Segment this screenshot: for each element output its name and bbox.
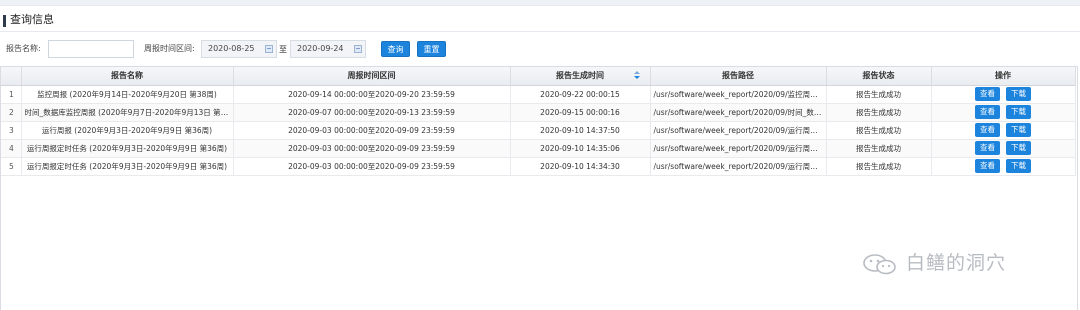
status-cell: 报告生成成功 bbox=[826, 85, 932, 104]
to-label: 至 bbox=[279, 45, 287, 54]
status-cell: 报告生成成功 bbox=[826, 157, 932, 176]
status-cell: 报告生成成功 bbox=[826, 139, 932, 158]
download-button[interactable]: 下载 bbox=[1006, 141, 1031, 155]
view-button[interactable]: 查看 bbox=[975, 159, 1000, 173]
top-strip bbox=[0, 0, 1080, 6]
table-row[interactable]: 2 时间_数据库监控周报 (2020年9月7日-2020年9月13日 第37周)… bbox=[1, 103, 1076, 122]
path-cell: /usr/software/week_report/2020/09/时间_数据库… bbox=[650, 103, 827, 122]
status-cell: 报告生成成功 bbox=[826, 121, 932, 140]
search-form: 报告名称: 周报时间区间: 2020-08-25 至 2020-09-24 查询… bbox=[0, 38, 1080, 62]
col-period-header[interactable]: 周报时间区间 bbox=[233, 67, 511, 86]
sort-icon[interactable] bbox=[633, 71, 640, 81]
row-index: 5 bbox=[1, 157, 22, 176]
panel-header: 查询信息 bbox=[0, 8, 1080, 32]
view-button[interactable]: 查看 bbox=[975, 87, 1000, 101]
view-button[interactable]: 查看 bbox=[975, 123, 1000, 137]
panel-title: 查询信息 bbox=[10, 13, 54, 26]
report-name-cell: 运行周报定时任务 (2020年9月3日-2020年9月9日 第36周) bbox=[21, 139, 234, 158]
start-date-value: 2020-08-25 bbox=[208, 44, 255, 53]
actions-cell: 查看 下载 bbox=[931, 121, 1076, 140]
generated-time-cell: 2020-09-10 14:35:06 bbox=[510, 139, 651, 158]
table-row[interactable]: 3 运行周报 (2020年9月3日-2020年9月9日 第36周) 2020-0… bbox=[1, 121, 1076, 140]
path-cell: /usr/software/week_report/2020/09/监控周报 (… bbox=[650, 85, 827, 104]
row-index: 2 bbox=[1, 103, 22, 122]
period-label: 周报时间区间: bbox=[144, 44, 195, 53]
path-cell: /usr/software/week_report/2020/09/运行周报 (… bbox=[650, 121, 827, 140]
end-date-value: 2020-09-24 bbox=[297, 44, 344, 53]
generated-time-cell: 2020-09-10 14:34:30 bbox=[510, 157, 651, 176]
col-path-header[interactable]: 报告路径 bbox=[650, 67, 827, 86]
col-actions-header: 操作 bbox=[931, 67, 1076, 86]
period-cell: 2020-09-07 00:00:00至2020-09-13 23:59:59 bbox=[233, 103, 511, 122]
col-report-name-header[interactable]: 报告名称 bbox=[21, 67, 234, 86]
table-header-row: 报告名称 周报时间区间 报告生成时间 报告路径 报告状态 操作 bbox=[1, 67, 1076, 86]
col-generated-time-header[interactable]: 报告生成时间 bbox=[510, 67, 651, 86]
query-button[interactable]: 查询 bbox=[381, 41, 410, 57]
report-name-cell: 运行周报定时任务 (2020年9月3日-2020年9月9日 第36周) bbox=[21, 157, 234, 176]
report-name-cell: 时间_数据库监控周报 (2020年9月7日-2020年9月13日 第37周) bbox=[21, 103, 234, 122]
path-cell: /usr/software/week_report/2020/09/运行周报定时… bbox=[650, 157, 827, 176]
period-cell: 2020-09-03 00:00:00至2020-09-09 23:59:59 bbox=[233, 157, 511, 176]
report-name-cell: 运行周报 (2020年9月3日-2020年9月9日 第36周) bbox=[21, 121, 234, 140]
path-cell: /usr/software/week_report/2020/09/运行周报定时… bbox=[650, 139, 827, 158]
download-button[interactable]: 下载 bbox=[1006, 105, 1031, 119]
reset-button[interactable]: 重置 bbox=[417, 41, 446, 57]
row-index: 1 bbox=[1, 85, 22, 104]
report-name-input[interactable] bbox=[48, 40, 134, 58]
col-index-header bbox=[1, 67, 22, 86]
actions-cell: 查看 下载 bbox=[931, 139, 1076, 158]
table-row[interactable]: 1 监控周报 (2020年9月14日-2020年9月20日 第38周) 2020… bbox=[1, 85, 1076, 104]
start-date-input[interactable]: 2020-08-25 bbox=[201, 40, 277, 58]
period-cell: 2020-09-03 00:00:00至2020-09-09 23:59:59 bbox=[233, 121, 511, 140]
col-generated-time-label: 报告生成时间 bbox=[556, 71, 604, 81]
table-row[interactable]: 4 运行周报定时任务 (2020年9月3日-2020年9月9日 第36周) 20… bbox=[1, 139, 1076, 158]
report-name-cell: 监控周报 (2020年9月14日-2020年9月20日 第38周) bbox=[21, 85, 234, 104]
download-button[interactable]: 下载 bbox=[1006, 123, 1031, 137]
actions-cell: 查看 下载 bbox=[931, 85, 1076, 104]
generated-time-cell: 2020-09-15 00:00:16 bbox=[510, 103, 651, 122]
table-row[interactable]: 5 运行周报定时任务 (2020年9月3日-2020年9月9日 第36周) 20… bbox=[1, 157, 1076, 176]
period-cell: 2020-09-03 00:00:00至2020-09-09 23:59:59 bbox=[233, 139, 511, 158]
download-button[interactable]: 下载 bbox=[1006, 87, 1031, 101]
period-cell: 2020-09-14 00:00:00至2020-09-20 23:59:59 bbox=[233, 85, 511, 104]
calendar-icon[interactable] bbox=[354, 45, 362, 53]
report-name-label: 报告名称: bbox=[6, 44, 41, 53]
calendar-icon[interactable] bbox=[265, 45, 273, 53]
title-accent-bar bbox=[3, 15, 6, 27]
col-status-header[interactable]: 报告状态 bbox=[826, 67, 932, 86]
end-date-input[interactable]: 2020-09-24 bbox=[290, 40, 366, 58]
actions-cell: 查看 下载 bbox=[931, 157, 1076, 176]
actions-cell: 查看 下载 bbox=[931, 103, 1076, 122]
view-button[interactable]: 查看 bbox=[975, 141, 1000, 155]
generated-time-cell: 2020-09-10 14:37:50 bbox=[510, 121, 651, 140]
wechat-icon bbox=[863, 254, 896, 275]
row-index: 3 bbox=[1, 121, 22, 140]
row-index: 4 bbox=[1, 139, 22, 158]
generated-time-cell: 2020-09-22 00:00:15 bbox=[510, 85, 651, 104]
view-button[interactable]: 查看 bbox=[975, 105, 1000, 119]
status-cell: 报告生成成功 bbox=[826, 103, 932, 122]
download-button[interactable]: 下载 bbox=[1006, 159, 1031, 173]
watermark-text: 白鳝的洞穴 bbox=[906, 252, 1007, 274]
